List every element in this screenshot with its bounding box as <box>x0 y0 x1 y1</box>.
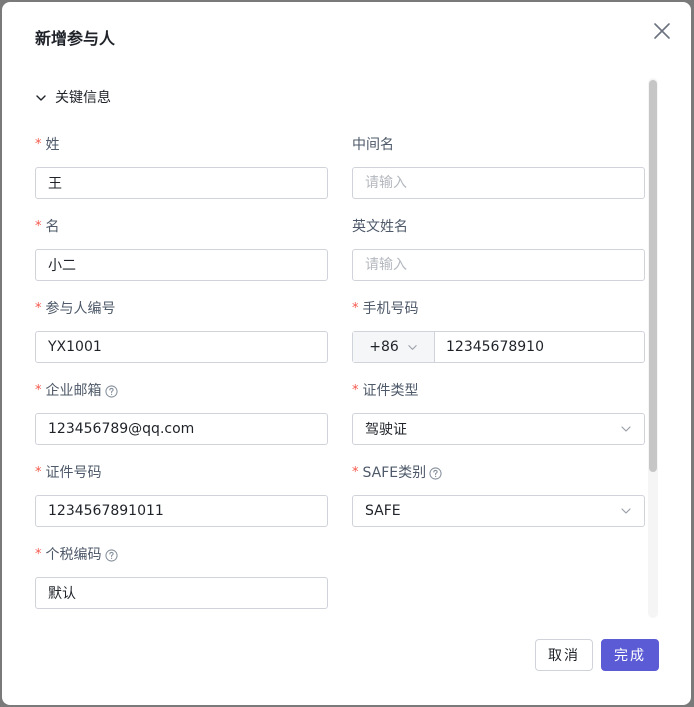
last-name-input[interactable]: 王 <box>35 167 328 199</box>
required-mark: * <box>35 219 42 234</box>
help-icon[interactable] <box>104 384 118 398</box>
field-id-type: * 证件类型 驾驶证 <box>352 381 645 445</box>
chevron-down-icon <box>621 508 631 514</box>
id-type-value: 驾驶证 <box>365 422 407 438</box>
field-label: 姓 <box>45 137 60 153</box>
phone-number-input[interactable]: 12345678910 <box>435 339 544 355</box>
scrollbar-thumb[interactable] <box>649 80 657 472</box>
field-label: 英文姓名 <box>352 219 408 235</box>
field-label: SAFE类别 <box>362 465 427 481</box>
field-middle-name: 中间名 <box>352 135 645 199</box>
required-mark: * <box>35 547 42 562</box>
field-label: 参与人编号 <box>45 301 116 317</box>
first-name-input[interactable]: 小二 <box>35 249 328 281</box>
cancel-button[interactable]: 取消 <box>535 639 593 671</box>
close-button[interactable] <box>651 20 673 42</box>
field-label: 中间名 <box>352 137 394 153</box>
field-label: 企业邮箱 <box>45 383 102 399</box>
country-code-value: +86 <box>369 339 399 355</box>
middle-name-input[interactable] <box>352 167 645 199</box>
email-input[interactable]: 123456789@qq.com <box>35 413 328 445</box>
done-button[interactable]: 完成 <box>601 639 659 671</box>
id-type-select[interactable]: 驾驶证 <box>352 413 645 445</box>
field-phone: * 手机号码 +86 12345678910 <box>352 299 645 363</box>
required-mark: * <box>35 137 42 152</box>
section-title: 关键信息 <box>55 90 111 106</box>
field-label: 证件类型 <box>362 383 419 399</box>
chevron-down-icon <box>621 426 631 432</box>
field-first-name: * 名 小二 <box>35 217 328 281</box>
safe-type-select[interactable]: SAFE <box>352 495 645 527</box>
country-code-select[interactable]: +86 <box>353 332 435 362</box>
field-label: 名 <box>45 219 60 235</box>
close-icon <box>654 23 670 39</box>
required-mark: * <box>352 383 359 398</box>
required-mark: * <box>35 383 42 398</box>
field-last-name: * 姓 王 <box>35 135 328 199</box>
add-participant-dialog: 新增参与人 关键信息 *姓 王 中间名 *名 小二 英文姓名 *参与人编号 YX… <box>2 2 691 705</box>
english-name-input[interactable] <box>352 249 645 281</box>
field-english-name: 英文姓名 <box>352 217 645 281</box>
chevron-down-icon <box>36 95 46 101</box>
chevron-down-icon <box>408 344 417 350</box>
field-label: 证件号码 <box>45 465 102 481</box>
dialog-title: 新增参与人 <box>35 29 116 48</box>
safe-type-value: SAFE <box>365 503 401 519</box>
field-tax-code: * 个税编码 默认 <box>35 545 328 609</box>
scrollbar[interactable] <box>648 78 658 618</box>
phone-input-group: +86 12345678910 <box>352 331 645 363</box>
field-label: 手机号码 <box>362 301 419 317</box>
help-icon[interactable] <box>104 548 118 562</box>
required-mark: * <box>352 465 359 480</box>
field-label: 个税编码 <box>45 547 102 563</box>
help-icon[interactable] <box>429 466 442 480</box>
required-mark: * <box>35 465 42 480</box>
section-toggle-key-info[interactable]: 关键信息 <box>35 88 111 108</box>
id-number-input[interactable]: 1234567891011 <box>35 495 328 527</box>
participant-id-input[interactable]: YX1001 <box>35 331 328 363</box>
required-mark: * <box>352 301 359 316</box>
field-id-number: * 证件号码 1234567891011 <box>35 463 328 527</box>
required-mark: * <box>35 301 42 316</box>
field-safe-type: * SAFE类别 SAFE <box>352 463 645 527</box>
field-participant-id: * 参与人编号 YX1001 <box>35 299 328 363</box>
tax-code-input[interactable]: 默认 <box>35 577 328 609</box>
field-email: * 企业邮箱 123456789@qq.com <box>35 381 328 445</box>
